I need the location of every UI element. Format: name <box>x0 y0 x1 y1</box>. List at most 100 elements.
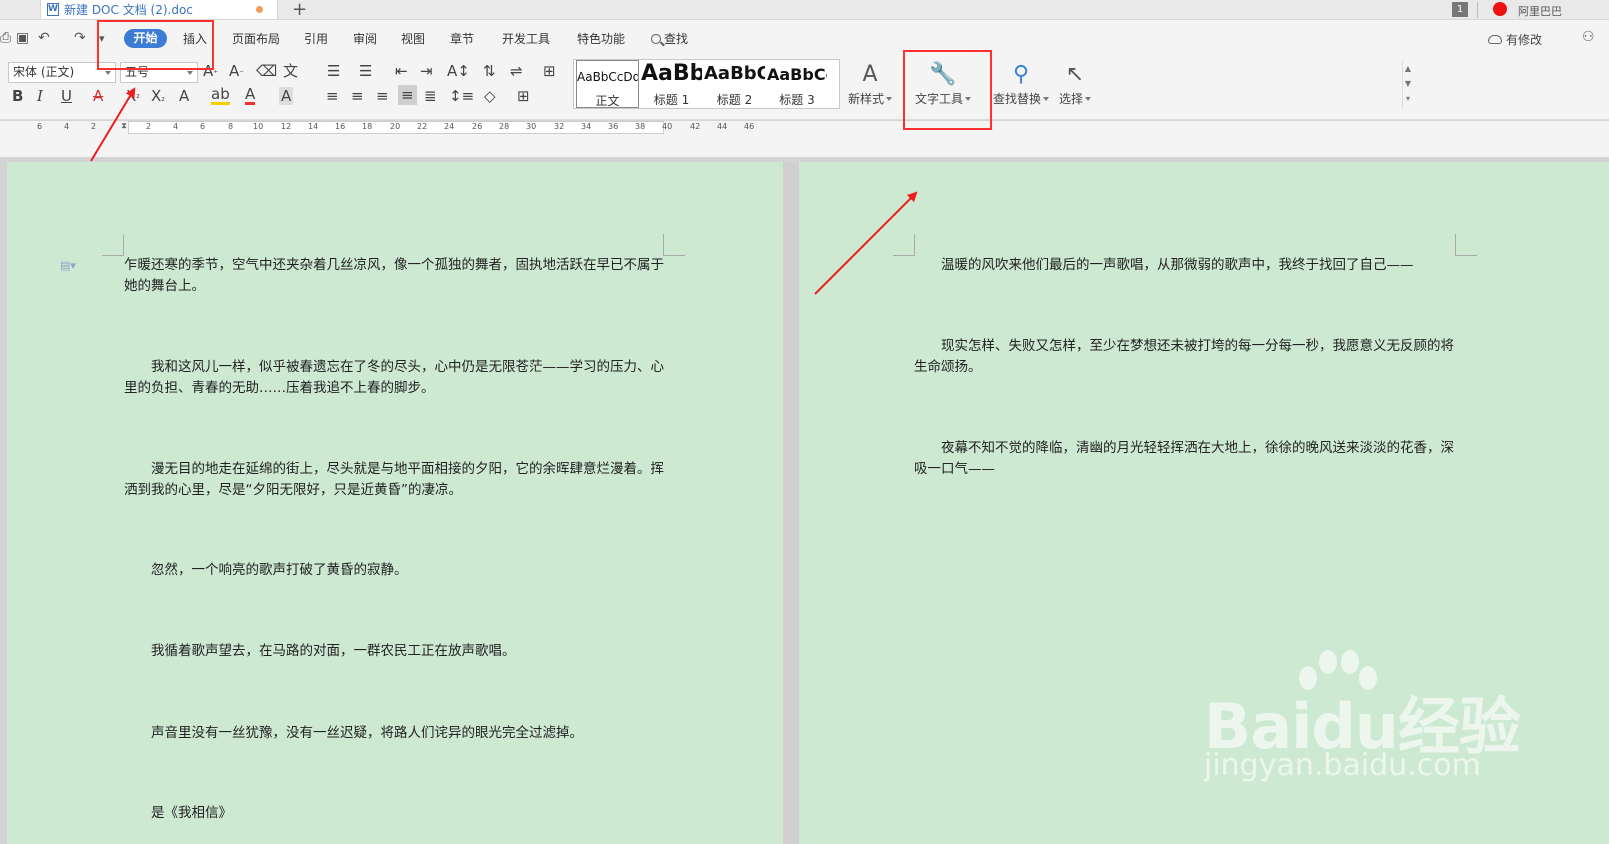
borders-icon[interactable]: ⊞ <box>517 87 530 105</box>
window-count-badge[interactable]: 1 <box>1452 2 1468 17</box>
sort-icon[interactable]: ⇅ <box>483 62 496 80</box>
ruler-number: 6 <box>37 122 43 131</box>
ruler-number: 24 <box>444 122 455 131</box>
document-tab-title: 新建 DOC 文档 (2).doc <box>64 3 193 17</box>
page-gap <box>783 162 799 844</box>
cloud-sync-icon <box>1488 35 1502 44</box>
strikethrough-icon[interactable]: A <box>93 87 103 105</box>
style-heading-1[interactable]: AaBb 标题 1 <box>641 60 702 108</box>
search-label: 查找 <box>664 32 689 46</box>
magnifier-icon: ⚲ <box>1012 62 1030 87</box>
search-button[interactable]: 查找 <box>651 30 688 47</box>
redo-button[interactable]: ↷ <box>74 30 86 46</box>
horizontal-ruler[interactable]: 6 4 2 2 4 6 8 10 12 14 16 18 20 22 24 26… <box>0 121 1609 157</box>
ruler-number: 8 <box>228 122 234 131</box>
font-color-icon[interactable]: A <box>245 87 256 105</box>
paragraph-line[interactable]: 洒到我的心里，尽是“夕阳无限好，只是近黄昏”的凄凉。 <box>124 480 462 501</box>
align-right-icon[interactable]: ≡ <box>376 87 389 105</box>
align-center-icon[interactable]: ≡ <box>351 87 364 105</box>
paragraph-line[interactable]: 生命颂扬。 <box>914 357 982 378</box>
table-grid-icon[interactable]: ⊞ <box>543 62 556 80</box>
edit-status[interactable]: 有修改 <box>1488 31 1542 48</box>
user-avatar-icon[interactable] <box>1493 2 1507 16</box>
numbered-list-icon[interactable]: ☰ <box>359 62 372 80</box>
font-name-value: 宋体 (正文) <box>13 65 75 79</box>
ruler-number: 18 <box>362 122 373 131</box>
paragraph-line[interactable]: 忽然，一个响亮的歌声打破了黄昏的寂静。 <box>151 560 408 581</box>
print-preview-icon[interactable]: ⎙ <box>0 30 11 46</box>
clear-format-icon[interactable]: ⌫ <box>256 62 277 80</box>
justify-icon[interactable]: ≡ <box>398 85 417 105</box>
margin-corner-mark <box>663 234 685 256</box>
tab-special-features[interactable]: 特色功能 <box>577 30 625 47</box>
paragraph-line[interactable]: 里的负担、青春的无助……压着我追不上春的脚步。 <box>124 378 435 399</box>
paragraph-shading-icon[interactable]: ◇ <box>484 87 496 105</box>
tab-references[interactable]: 引用 <box>304 30 328 47</box>
decrease-indent-icon[interactable]: ⇤ <box>395 62 408 80</box>
highlight-icon[interactable]: ab <box>211 87 230 105</box>
paragraph-line[interactable]: 乍暖还寒的季节，空气中还夹杂着几丝凉风，像一个孤独的舞者，固执地活跃在早已不属于 <box>124 255 664 276</box>
new-tab-button[interactable]: + <box>292 0 307 20</box>
share-user-icon[interactable]: ⚇ <box>1582 29 1595 45</box>
style-normal[interactable]: AaBbCcDd 正文 <box>576 60 639 108</box>
bold-icon[interactable]: B <box>12 87 23 105</box>
new-style-button[interactable]: A 新样式 <box>848 60 893 107</box>
undo-button[interactable]: ↶ <box>38 30 50 46</box>
style-label: 标题 1 <box>653 93 690 107</box>
paragraph-line[interactable]: 她的舞台上。 <box>124 276 205 297</box>
paragraph-handle-icon[interactable]: ▤▾ <box>60 259 76 272</box>
highlight-box-home-tab <box>97 20 214 70</box>
text-effect-icon[interactable]: A <box>179 87 189 105</box>
search-icon <box>651 34 661 44</box>
document-tab[interactable]: W 新建 DOC 文档 (2).doc <box>40 0 278 20</box>
text-direction-icon[interactable]: A↕ <box>447 62 470 80</box>
indent-marker-icon[interactable]: ⧗ <box>119 121 129 137</box>
paragraph-line[interactable]: 吸一口气—— <box>914 459 995 480</box>
chevron-down-icon <box>187 71 193 75</box>
paragraph-line[interactable]: 现实怎样、失败又怎样，至少在梦想还未被打垮的每一分每一秒，我愿意义无反顾的将 <box>941 336 1454 357</box>
show-marks-icon[interactable]: ⇌ <box>510 62 523 80</box>
paragraph-line[interactable]: 温暖的风吹来他们最后的一声歌唱，从那微弱的歌声中，我终于找回了自己—— <box>941 255 1414 276</box>
select-button[interactable]: ↖ 选择 <box>1059 60 1092 107</box>
shrink-font-icon[interactable]: A⁻ <box>229 62 244 83</box>
find-replace-label: 查找替换 <box>993 92 1042 106</box>
distributed-align-icon[interactable]: ≣ <box>424 87 437 105</box>
style-heading-2[interactable]: AaBbC 标题 2 <box>704 60 765 108</box>
unsaved-dot-icon <box>256 6 263 13</box>
style-label: 正文 <box>595 94 620 108</box>
char-shading-icon[interactable]: A <box>279 87 294 105</box>
paragraph-line[interactable]: 夜幕不知不觉的降临，清幽的月光轻轻挥洒在大地上，徐徐的晚风送来淡淡的花香，深 <box>941 438 1454 459</box>
new-style-label: 新样式 <box>848 92 885 106</box>
paragraph-line[interactable]: 声音里没有一丝犹豫，没有一丝迟疑，将路人们诧异的眼光完全过滤掉。 <box>151 723 583 744</box>
find-replace-button[interactable]: ⚲ 查找替换 <box>993 60 1050 107</box>
underline-icon[interactable]: U <box>61 87 72 105</box>
line-spacing-icon[interactable]: ↕≡ <box>449 87 474 105</box>
tab-view[interactable]: 视图 <box>401 30 425 47</box>
paragraph-line[interactable]: 我循着歌声望去，在马路的对面，一群农民工正在放声歌唱。 <box>151 641 516 662</box>
bullet-list-icon[interactable]: ☰ <box>327 62 340 80</box>
ruler-number: 2 <box>146 122 152 131</box>
tab-developer[interactable]: 开发工具 <box>502 30 550 47</box>
word-doc-icon: W <box>47 3 59 16</box>
subscript-icon[interactable]: X₂ <box>151 87 165 108</box>
styles-scroll[interactable]: ▲ ▼ ▾ <box>1402 61 1413 109</box>
ruler-number: 36 <box>608 122 619 131</box>
tab-review[interactable]: 审阅 <box>353 30 377 47</box>
increase-indent-icon[interactable]: ⇥ <box>420 62 433 80</box>
ruler-number: 42 <box>690 122 701 131</box>
italic-icon[interactable]: I <box>37 87 43 105</box>
user-name[interactable]: 阿里巴巴 <box>1518 3 1562 19</box>
document-page-left[interactable]: ▤▾ 乍暖还寒的季节，空气中还夹杂着几丝凉风，像一个孤独的舞者，固执地活跃在早已… <box>7 162 783 844</box>
tab-chapter[interactable]: 章节 <box>450 30 474 47</box>
ruler-number: 34 <box>581 122 592 131</box>
align-left-icon[interactable]: ≡ <box>326 87 339 105</box>
tab-page-layout[interactable]: 页面布局 <box>232 30 280 47</box>
phonetic-guide-icon[interactable]: 文 <box>283 62 298 80</box>
baidu-jingyan-watermark: Baidu经验 jingyan.baidu.com <box>1170 650 1521 783</box>
style-heading-3[interactable]: AaBbCc 标题 3 <box>767 60 827 108</box>
paragraph-line[interactable]: 是《我相信》 <box>151 803 232 824</box>
save-icon[interactable]: ▣ <box>16 30 29 46</box>
ruler-number: 20 <box>390 122 401 131</box>
paragraph-line[interactable]: 漫无目的地走在延绵的街上，尽头就是与地平面相接的夕阳，它的余晖肆意烂漫着。挥 <box>151 459 664 480</box>
paragraph-line[interactable]: 我和这风儿一样，似乎被春遗忘在了冬的尽头，心中仍是无限苍茫——学习的压力、心 <box>151 357 664 378</box>
